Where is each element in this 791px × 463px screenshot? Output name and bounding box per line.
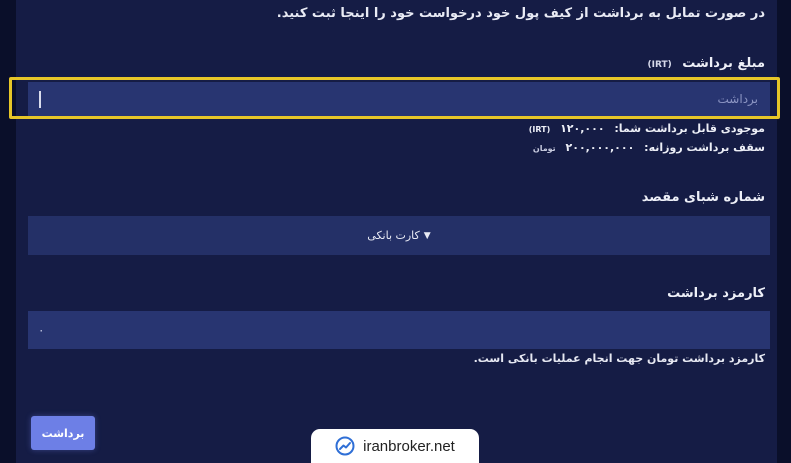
watermark: iranbroker.net: [311, 429, 479, 463]
fee-note: کارمزد برداشت تومان جهت انجام عملیات بان…: [473, 352, 765, 365]
amount-label: مبلغ برداشت (IRT): [647, 56, 765, 71]
daily-limit-label: سقف برداشت روزانه:: [644, 141, 765, 154]
balance-value: ۱۲۰,۰۰۰: [560, 122, 605, 135]
balance-unit: (IRT): [528, 125, 551, 134]
fee-field: ۰: [28, 311, 770, 349]
left-edge: [0, 0, 16, 463]
daily-limit-value: ۲۰۰,۰۰۰,۰۰۰: [565, 141, 635, 154]
daily-limit-unit: تومان: [532, 144, 556, 153]
sheba-label: شماره شبای مقصد: [641, 190, 765, 205]
sheba-dropdown[interactable]: کارت بانکی ▼: [28, 216, 770, 255]
fee-label: کارمزد برداشت: [667, 286, 765, 301]
balance-label: موجودی قابل برداشت شما:: [614, 122, 765, 135]
right-edge: [777, 0, 791, 463]
text-cursor: [39, 91, 41, 108]
amount-unit: (IRT): [647, 60, 672, 70]
chart-logo-icon: [335, 436, 355, 456]
daily-limit-line: سقف برداشت روزانه: ۲۰۰,۰۰۰,۰۰۰ تومان: [533, 141, 765, 154]
withdraw-button[interactable]: برداشت: [31, 416, 95, 450]
amount-input[interactable]: [28, 82, 770, 116]
fee-value: ۰: [38, 323, 45, 337]
intro-text: در صورت تمایل به برداشت از کیف پول خود د…: [276, 6, 765, 21]
caret-down-icon: ▼: [423, 230, 431, 241]
amount-label-text: مبلغ برداشت: [682, 56, 765, 71]
sheba-selected: کارت بانکی: [367, 229, 420, 242]
balance-line: موجودی قابل برداشت شما: ۱۲۰,۰۰۰ (IRT): [529, 122, 765, 135]
watermark-text: iranbroker.net: [363, 437, 455, 455]
